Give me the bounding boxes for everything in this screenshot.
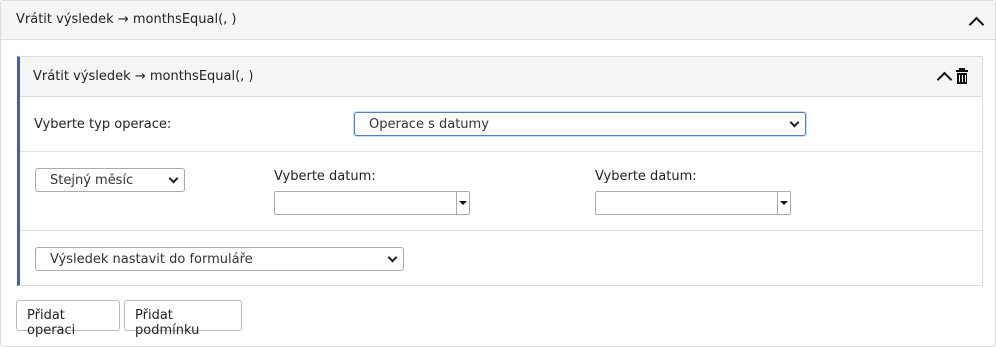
row-divider bbox=[20, 230, 982, 231]
result-target-select[interactable]: Výsledek nastavit do formuláře bbox=[35, 247, 404, 271]
chevron-up-icon[interactable] bbox=[936, 71, 953, 88]
row-divider bbox=[20, 151, 982, 152]
operation-type-select[interactable]: Operace s datumy bbox=[354, 112, 806, 136]
date1-label: Vyberte datum: bbox=[274, 169, 376, 184]
chevron-down-icon bbox=[387, 252, 398, 263]
comparison-value: Stejný měsíc bbox=[50, 173, 134, 188]
chevron-down-icon bbox=[168, 173, 179, 184]
operation-card-header[interactable]: Vrátit výsledek → monthsEqual(, ) bbox=[20, 57, 982, 97]
operation-card-title: Vrátit výsledek → monthsEqual(, ) bbox=[33, 69, 254, 84]
operation-card: Vrátit výsledek → monthsEqual(, ) Vybert… bbox=[17, 56, 983, 286]
result-target-value: Výsledek nastavit do formuláře bbox=[50, 252, 253, 267]
add-operation-button[interactable]: Přidat operaci bbox=[16, 300, 120, 338]
outer-panel-title: Vrátit výsledek → monthsEqual(, ) bbox=[16, 12, 237, 27]
outer-panel-header[interactable]: Vrátit výsledek → monthsEqual(, ) bbox=[1, 1, 995, 40]
chevron-down-icon bbox=[789, 117, 800, 128]
operation-type-label: Vyberte typ operace: bbox=[34, 117, 172, 132]
add-condition-button[interactable]: Přidat podmínku bbox=[124, 300, 242, 338]
operation-type-value: Operace s datumy bbox=[369, 117, 489, 132]
comparison-select[interactable]: Stejný měsíc bbox=[35, 168, 185, 192]
dropdown-arrow-icon[interactable] bbox=[777, 192, 790, 214]
trash-icon[interactable] bbox=[956, 68, 968, 85]
chevron-up-icon[interactable] bbox=[968, 16, 985, 33]
date2-label: Vyberte datum: bbox=[595, 169, 697, 184]
date2-input[interactable] bbox=[595, 191, 791, 215]
dropdown-arrow-icon[interactable] bbox=[456, 192, 469, 214]
date1-input[interactable] bbox=[274, 191, 470, 215]
outer-panel: Vrátit výsledek → monthsEqual(, ) Vrátit… bbox=[0, 0, 996, 347]
